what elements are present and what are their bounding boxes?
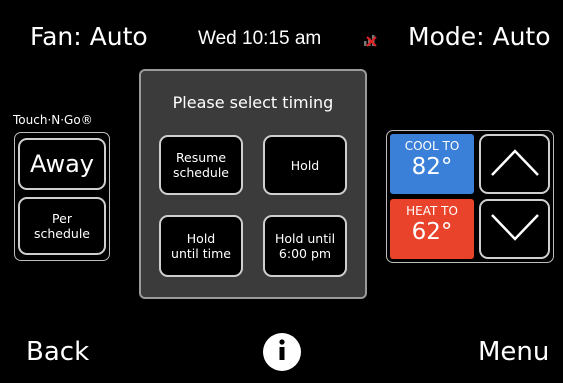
heat-label: HEAT TO — [406, 204, 458, 218]
temp-up-button[interactable] — [479, 134, 550, 194]
cool-value: 82° — [411, 154, 453, 180]
timing-dialog: Please select timing Resume schedule Hol… — [139, 69, 367, 299]
menu-button[interactable]: Menu — [478, 336, 549, 368]
cool-label: COOL TO — [404, 139, 460, 153]
resume-schedule-button[interactable]: Resume schedule — [159, 135, 243, 195]
dialog-title: Please select timing — [172, 93, 334, 112]
wifi-disconnected-icon — [362, 31, 380, 51]
chevron-up-icon — [489, 146, 541, 182]
fan-status[interactable]: Fan: Auto — [30, 22, 148, 52]
temp-down-button[interactable] — [479, 199, 550, 259]
cool-setpoint[interactable]: COOL TO 82° — [390, 134, 474, 194]
per-schedule-button[interactable]: Per schedule — [18, 197, 106, 255]
chevron-down-icon — [489, 211, 541, 247]
heat-value: 62° — [411, 219, 453, 245]
back-button[interactable]: Back — [26, 336, 89, 368]
away-button[interactable]: Away — [18, 138, 106, 190]
info-button[interactable] — [263, 333, 301, 371]
info-icon — [276, 338, 288, 366]
hold-until-600-button[interactable]: Hold until 6:00 pm — [263, 215, 347, 277]
hold-until-time-button[interactable]: Hold until time — [159, 215, 243, 277]
day-time: Wed 10:15 am — [198, 28, 322, 49]
hold-button[interactable]: Hold — [263, 135, 347, 195]
mode-status[interactable]: Mode: Auto — [408, 22, 551, 52]
brand-logo: Touch·N·Go® — [13, 113, 93, 127]
heat-setpoint[interactable]: HEAT TO 62° — [390, 199, 474, 259]
